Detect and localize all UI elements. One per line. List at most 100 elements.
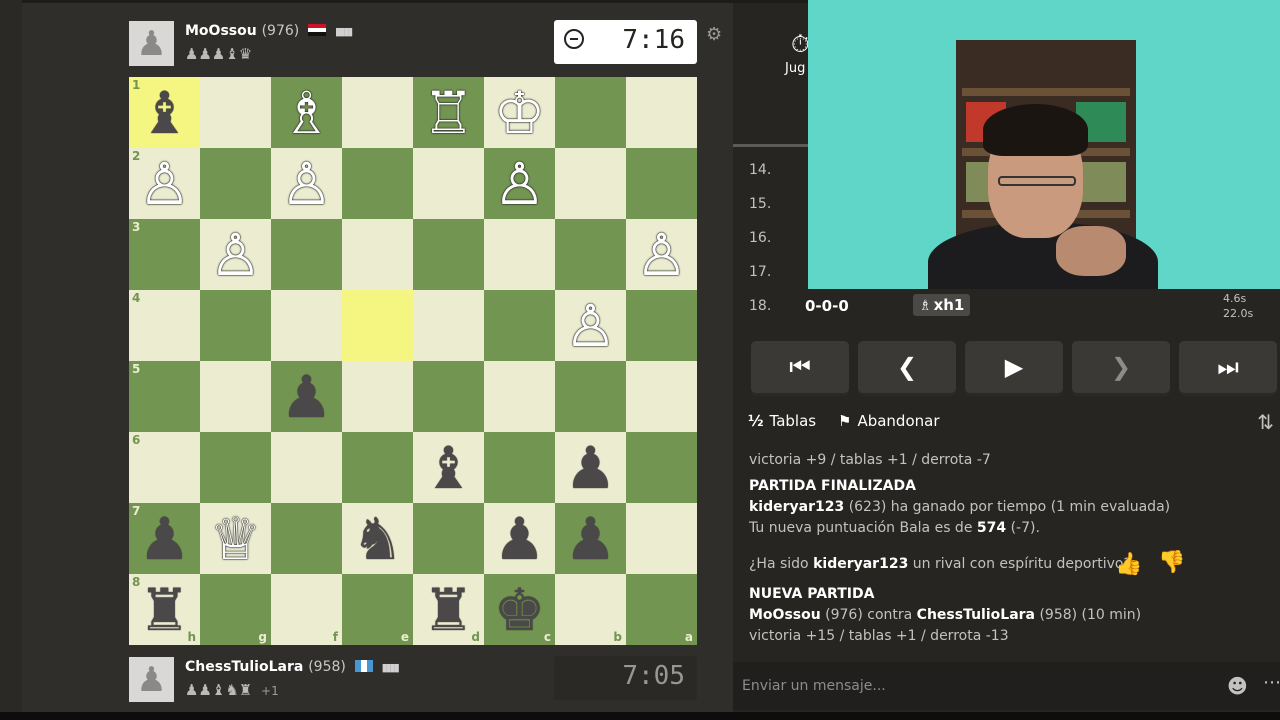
board-square[interactable]: 6 <box>129 432 200 503</box>
black-pawn-icon[interactable]: ♟ <box>555 432 626 503</box>
board-square[interactable] <box>200 290 271 361</box>
board-square[interactable] <box>413 219 484 290</box>
top-player-avatar[interactable]: ♟ <box>129 21 174 66</box>
draw-button[interactable]: ½ Tablas <box>748 412 816 430</box>
white-king-icon[interactable]: ♔ <box>484 77 555 148</box>
board-square[interactable]: ♗ <box>271 77 342 148</box>
board-square[interactable]: 3 <box>129 219 200 290</box>
board-square[interactable]: ♙ <box>555 290 626 361</box>
board-square[interactable] <box>555 148 626 219</box>
board-square[interactable] <box>200 148 271 219</box>
black-pawn-icon[interactable]: ♟ <box>129 503 200 574</box>
white-pawn-icon[interactable]: ♙ <box>626 219 697 290</box>
board-square[interactable]: ♙ <box>484 148 555 219</box>
play-tab[interactable]: ⏱ Jug <box>733 3 810 146</box>
board-square[interactable] <box>413 148 484 219</box>
resign-button[interactable]: ⚑ Abandonar <box>838 412 940 430</box>
black-rook-icon[interactable]: ♜ <box>129 574 200 645</box>
board-square[interactable] <box>626 361 697 432</box>
board-square[interactable]: ♖ <box>413 77 484 148</box>
white-bishop-icon[interactable]: ♗ <box>271 77 342 148</box>
board-square[interactable] <box>555 219 626 290</box>
winner-name[interactable]: kideryar123 <box>749 499 844 515</box>
bottom-player-avatar[interactable]: ♟ <box>129 657 174 702</box>
board-square[interactable]: 5 <box>129 361 200 432</box>
move-row[interactable]: 15. <box>733 188 1280 222</box>
board-square[interactable] <box>484 432 555 503</box>
board-square[interactable]: ♟ <box>555 503 626 574</box>
black-rook-icon[interactable]: ♜ <box>413 574 484 645</box>
settings-gear-icon[interactable]: ⚙ <box>706 24 722 45</box>
white-pawn-icon[interactable]: ♙ <box>129 148 200 219</box>
thumbs-up-icon[interactable]: 👍 <box>1115 552 1142 577</box>
first-move-button[interactable]: ⏮ <box>751 341 849 393</box>
last-move-button[interactable]: ⏭ <box>1179 341 1277 393</box>
board-square[interactable]: d ♜ <box>413 574 484 645</box>
board-square[interactable] <box>200 77 271 148</box>
white-pawn-icon[interactable]: ♙ <box>484 148 555 219</box>
board-square[interactable] <box>200 432 271 503</box>
black-move-selected[interactable]: ♗ xh1 <box>913 294 971 316</box>
bottom-player-name[interactable]: ChessTulioLara <box>185 659 303 675</box>
move-row[interactable]: 16. <box>733 222 1280 256</box>
flip-board-icon[interactable]: ⇅ <box>1257 410 1274 434</box>
chat-input[interactable]: Enviar un mensaje... <box>742 678 886 694</box>
board-square[interactable]: 1 ♝ <box>129 77 200 148</box>
board-square[interactable] <box>626 290 697 361</box>
board-square[interactable] <box>484 290 555 361</box>
board-square[interactable]: ♕ <box>200 503 271 574</box>
chess-board[interactable]: 1 ♝ ♗ ♖ ♔ 2 ♙ ♙ ♙ 3 ♙ ♙ 4 ♙ 5 ♟ 6 ♝ ♟ 7 ♟ ♕ ♞ ♟ ♟ 8 h ♜ g f e d ♜ c ♚ b a <box>129 77 697 645</box>
board-square[interactable] <box>484 361 555 432</box>
black-pawn-icon[interactable]: ♟ <box>484 503 555 574</box>
board-square[interactable]: 8 h ♜ <box>129 574 200 645</box>
black-bishop-icon[interactable]: ♝ <box>413 432 484 503</box>
board-square[interactable]: c ♚ <box>484 574 555 645</box>
board-square[interactable] <box>342 219 413 290</box>
board-square[interactable] <box>413 361 484 432</box>
board-square[interactable]: ♝ <box>413 432 484 503</box>
black-king-icon[interactable]: ♚ <box>484 574 555 645</box>
board-square[interactable] <box>626 148 697 219</box>
board-square[interactable] <box>271 219 342 290</box>
white-move[interactable]: 0-0-0 <box>805 297 849 315</box>
board-square[interactable] <box>555 77 626 148</box>
white-pawn-icon[interactable]: ♙ <box>200 219 271 290</box>
move-row[interactable]: 14. <box>733 154 1280 188</box>
board-square[interactable]: b <box>555 574 626 645</box>
board-square[interactable] <box>342 361 413 432</box>
black-pawn-icon[interactable]: ♟ <box>271 361 342 432</box>
top-player-name[interactable]: MoOssou <box>185 23 257 39</box>
black-bishop-icon[interactable]: ♝ <box>129 77 200 148</box>
board-square[interactable]: 2 ♙ <box>129 148 200 219</box>
new-game-player2[interactable]: ChessTulioLara <box>917 607 1035 623</box>
board-square[interactable]: ♙ <box>271 148 342 219</box>
board-square[interactable] <box>342 148 413 219</box>
board-square[interactable]: ♞ <box>342 503 413 574</box>
board-square[interactable]: a <box>626 574 697 645</box>
move-row[interactable]: 17. <box>733 256 1280 290</box>
board-square[interactable] <box>271 503 342 574</box>
board-square[interactable]: e <box>342 574 413 645</box>
white-queen-icon[interactable]: ♕ <box>200 503 271 574</box>
board-square[interactable] <box>626 432 697 503</box>
board-square[interactable]: ♟ <box>271 361 342 432</box>
white-rook-icon[interactable]: ♖ <box>413 77 484 148</box>
board-square[interactable] <box>626 503 697 574</box>
board-square[interactable] <box>555 361 626 432</box>
new-game-player1[interactable]: MoOssou <box>749 607 821 623</box>
sport-name[interactable]: kideryar123 <box>813 556 908 572</box>
board-square[interactable]: 4 <box>129 290 200 361</box>
black-knight-icon[interactable]: ♞ <box>342 503 413 574</box>
board-square[interactable]: g <box>200 574 271 645</box>
board-square[interactable] <box>342 290 413 361</box>
black-pawn-icon[interactable]: ♟ <box>555 503 626 574</box>
board-square[interactable] <box>484 219 555 290</box>
next-move-button[interactable]: ❯ <box>1072 341 1170 393</box>
board-square[interactable] <box>626 77 697 148</box>
board-square[interactable]: ♟ <box>555 432 626 503</box>
board-square[interactable] <box>271 432 342 503</box>
white-pawn-icon[interactable]: ♙ <box>271 148 342 219</box>
board-square[interactable] <box>342 77 413 148</box>
board-square[interactable]: 7 ♟ <box>129 503 200 574</box>
board-square[interactable] <box>200 361 271 432</box>
